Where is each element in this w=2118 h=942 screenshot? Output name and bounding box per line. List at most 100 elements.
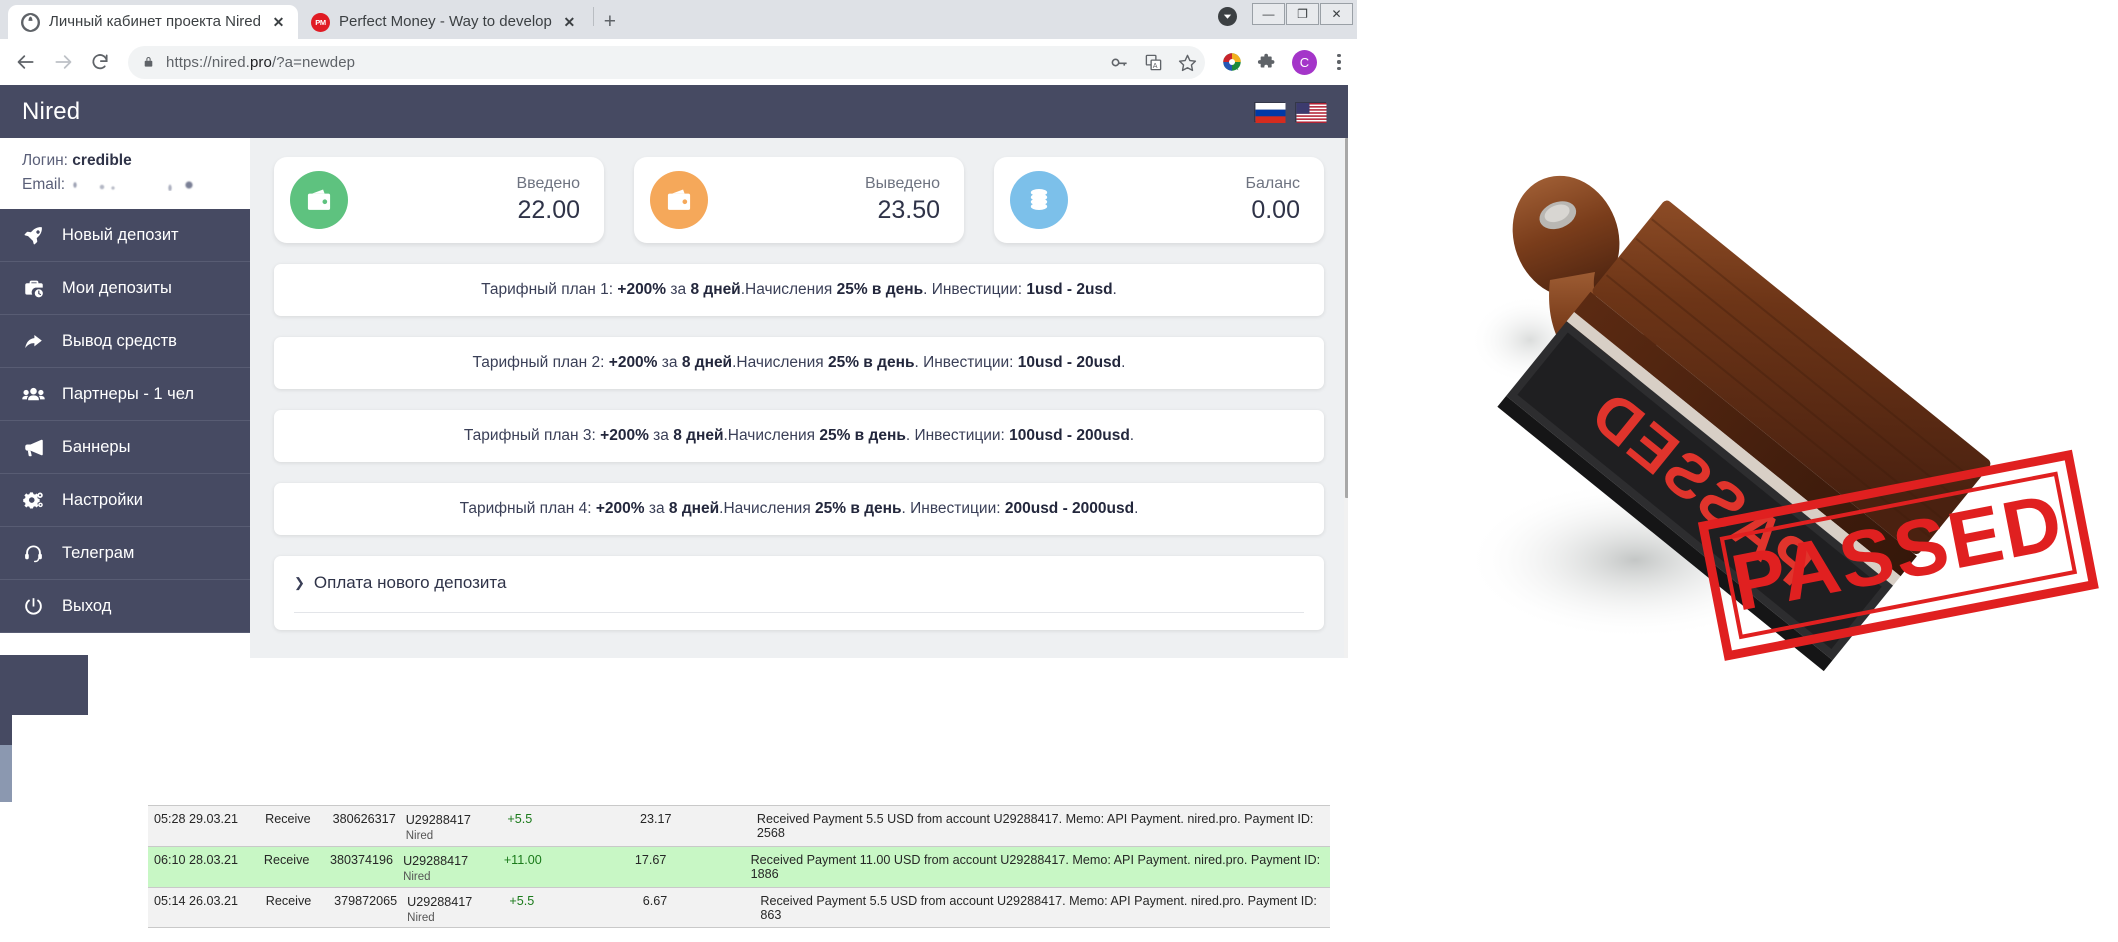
txn-date: 05:28 29.03.21	[154, 812, 239, 826]
stat-card-deposited: Введено 22.00	[274, 157, 604, 243]
new-tab-button[interactable]: +	[595, 7, 625, 37]
email-line: Email:	[22, 173, 228, 197]
txn-type: Receive	[263, 853, 310, 867]
stat-value: 23.50	[877, 195, 940, 224]
tariff-plan-row[interactable]: Тарифный план 3: +200% за 8 дней.Начисле…	[274, 410, 1324, 462]
stat-value: 22.00	[517, 195, 580, 224]
txn-batch: 380626317	[332, 812, 396, 826]
minimize-button[interactable]: —	[1252, 3, 1285, 25]
stat-text: Введено 22.00	[516, 175, 580, 225]
browser-toolbar: https://nired.pro/?a=newdep A C	[0, 39, 1357, 85]
russian-flag[interactable]	[1254, 101, 1286, 123]
sidebar-item-label: Настройки	[62, 490, 143, 509]
sidebar-item-logout[interactable]: Выход	[0, 580, 250, 634]
sidebar-item-banners[interactable]: Баннеры	[0, 421, 250, 475]
close-icon[interactable]: ✕	[561, 14, 578, 31]
share-arrow-icon	[20, 331, 47, 352]
accordion-title: Оплата нового депозита	[313, 573, 507, 592]
txn-account: U29288417 Nired	[397, 894, 495, 927]
browser-tab-perfect-money[interactable]: PM Perfect Money - Way to develop ✕	[298, 5, 589, 39]
payment-accordion[interactable]: ❯ Оплата нового депозита	[274, 556, 1324, 630]
sidebar-item-new-deposit[interactable]: Новый депозит	[0, 209, 250, 263]
close-icon[interactable]: ✕	[270, 14, 287, 31]
txn-balance: 17.67	[634, 853, 667, 867]
sidebar-item-label: Партнеры - 1 чел	[62, 384, 195, 403]
page-fragment-accent	[0, 745, 12, 802]
reload-icon[interactable]	[83, 45, 117, 79]
plan-text: Тарифный план 2: +200% за 8 дней.Начисле…	[472, 354, 1126, 371]
txn-date: 06:10 28.03.21	[154, 853, 239, 867]
tariff-plan-row[interactable]: Тарифный план 4: +200% за 8 дней.Начисле…	[274, 483, 1324, 535]
email-value-redacted	[69, 176, 197, 191]
tab-title: Личный кабинет проекта Nired	[49, 13, 261, 30]
puzzle-extensions-icon[interactable]	[1256, 51, 1279, 74]
txn-amount: +5.5	[509, 894, 535, 908]
password-key-icon[interactable]	[1110, 53, 1129, 72]
close-window-button[interactable]: ✕	[1320, 3, 1353, 25]
txn-account-name: Nired	[405, 830, 434, 842]
wallet-out-icon	[650, 171, 708, 229]
imgburn-icon[interactable]	[1220, 51, 1243, 74]
txn-account: U29288417 Nired	[396, 812, 494, 845]
gears-icon	[20, 490, 47, 511]
translate-icon[interactable]: A	[1144, 53, 1163, 72]
txn-memo: Received Payment 5.5 USD from account U2…	[760, 894, 1317, 922]
page-viewport: Nired Логин: credible Email: Новый депоз…	[0, 85, 1357, 658]
back-arrow-icon[interactable]	[9, 45, 43, 79]
txn-balance: 23.17	[639, 812, 672, 826]
txn-batch: 380374196	[330, 853, 394, 867]
megaphone-icon	[20, 437, 47, 458]
maximize-button[interactable]: ❐	[1286, 3, 1319, 25]
url-text: https://nired.pro/?a=newdep	[166, 53, 356, 71]
briefcase-clock-icon	[20, 278, 47, 299]
window-controls: — ❐ ✕	[1252, 0, 1353, 28]
sidebar-item-withdraw[interactable]: Вывод средств	[0, 315, 250, 369]
us-flag[interactable]	[1295, 101, 1327, 123]
tariff-plan-row[interactable]: Тарифный план 2: +200% за 8 дней.Начисле…	[274, 337, 1324, 389]
plan-text: Тарифный план 4: +200% за 8 дней.Начисле…	[459, 500, 1139, 517]
txn-balance: 6.67	[642, 894, 668, 908]
address-bar[interactable]: https://nired.pro/?a=newdep A	[128, 45, 1205, 79]
avatar[interactable]: C	[1292, 49, 1317, 75]
table-row[interactable]: 05:28 29.03.21 Receive 380626317 U292884…	[148, 805, 1330, 846]
txn-amount: +11.00	[503, 853, 542, 867]
user-info: Логин: credible Email:	[0, 138, 250, 210]
table-row[interactable]: 06:10 28.03.21 Receive 380374196 U292884…	[148, 846, 1330, 887]
site-brand[interactable]: Nired	[22, 98, 80, 126]
accordion-header[interactable]: ❯ Оплата нового депозита	[294, 573, 1304, 593]
passed-stamp-image: PASSED PASSED	[1455, 140, 2113, 700]
browser-tab-nired[interactable]: Личный кабинет проекта Nired ✕	[8, 5, 298, 39]
stat-value: 0.00	[1251, 195, 1300, 224]
stat-label: Баланс	[1245, 174, 1300, 192]
power-icon	[20, 596, 47, 617]
sidebar-item-label: Новый депозит	[62, 225, 179, 244]
sidebar: Логин: credible Email: Новый депозит Мои…	[0, 138, 250, 634]
bookmark-star-icon[interactable]	[1178, 53, 1197, 72]
kebab-menu-icon[interactable]	[1330, 53, 1348, 71]
table-row[interactable]: 05:14 26.03.21 Receive 379872065 U292884…	[148, 887, 1330, 928]
plan-text: Тарифный план 3: +200% за 8 дней.Начисле…	[463, 427, 1135, 444]
globe-icon	[21, 12, 40, 32]
sidebar-item-telegram[interactable]: Телеграм	[0, 527, 250, 581]
sidebar-item-partners[interactable]: Партнеры - 1 чел	[0, 368, 250, 422]
sidebar-item-my-deposits[interactable]: Мои депозиты	[0, 262, 250, 316]
txn-account-id: U29288417	[407, 895, 473, 909]
wallet-in-icon	[290, 171, 348, 229]
stat-card-withdrawn: Выведено 23.50	[634, 157, 964, 243]
site-header: Nired	[0, 85, 1348, 138]
sidebar-item-label: Баннеры	[62, 437, 131, 456]
sidebar-item-label: Выход	[62, 596, 112, 615]
browser-extensions: C	[1212, 49, 1348, 75]
tab-title: Perfect Money - Way to develop	[338, 13, 552, 30]
sidebar-item-label: Вывод средств	[62, 331, 177, 350]
tariff-plan-row[interactable]: Тарифный план 1: +200% за 8 дней.Начисле…	[274, 264, 1324, 316]
transactions-table: 05:28 29.03.21 Receive 380626317 U292884…	[148, 805, 1330, 928]
forward-arrow-icon[interactable]	[46, 45, 80, 79]
txn-memo: Received Payment 11.00 USD from account …	[750, 853, 1321, 881]
chevron-right-icon: ❯	[294, 575, 305, 590]
update-available-icon[interactable]	[1218, 7, 1237, 26]
window-right-edge	[1348, 85, 1357, 658]
divider	[294, 612, 1304, 613]
login-line: Логин: credible	[22, 149, 228, 173]
sidebar-item-settings[interactable]: Настройки	[0, 474, 250, 528]
